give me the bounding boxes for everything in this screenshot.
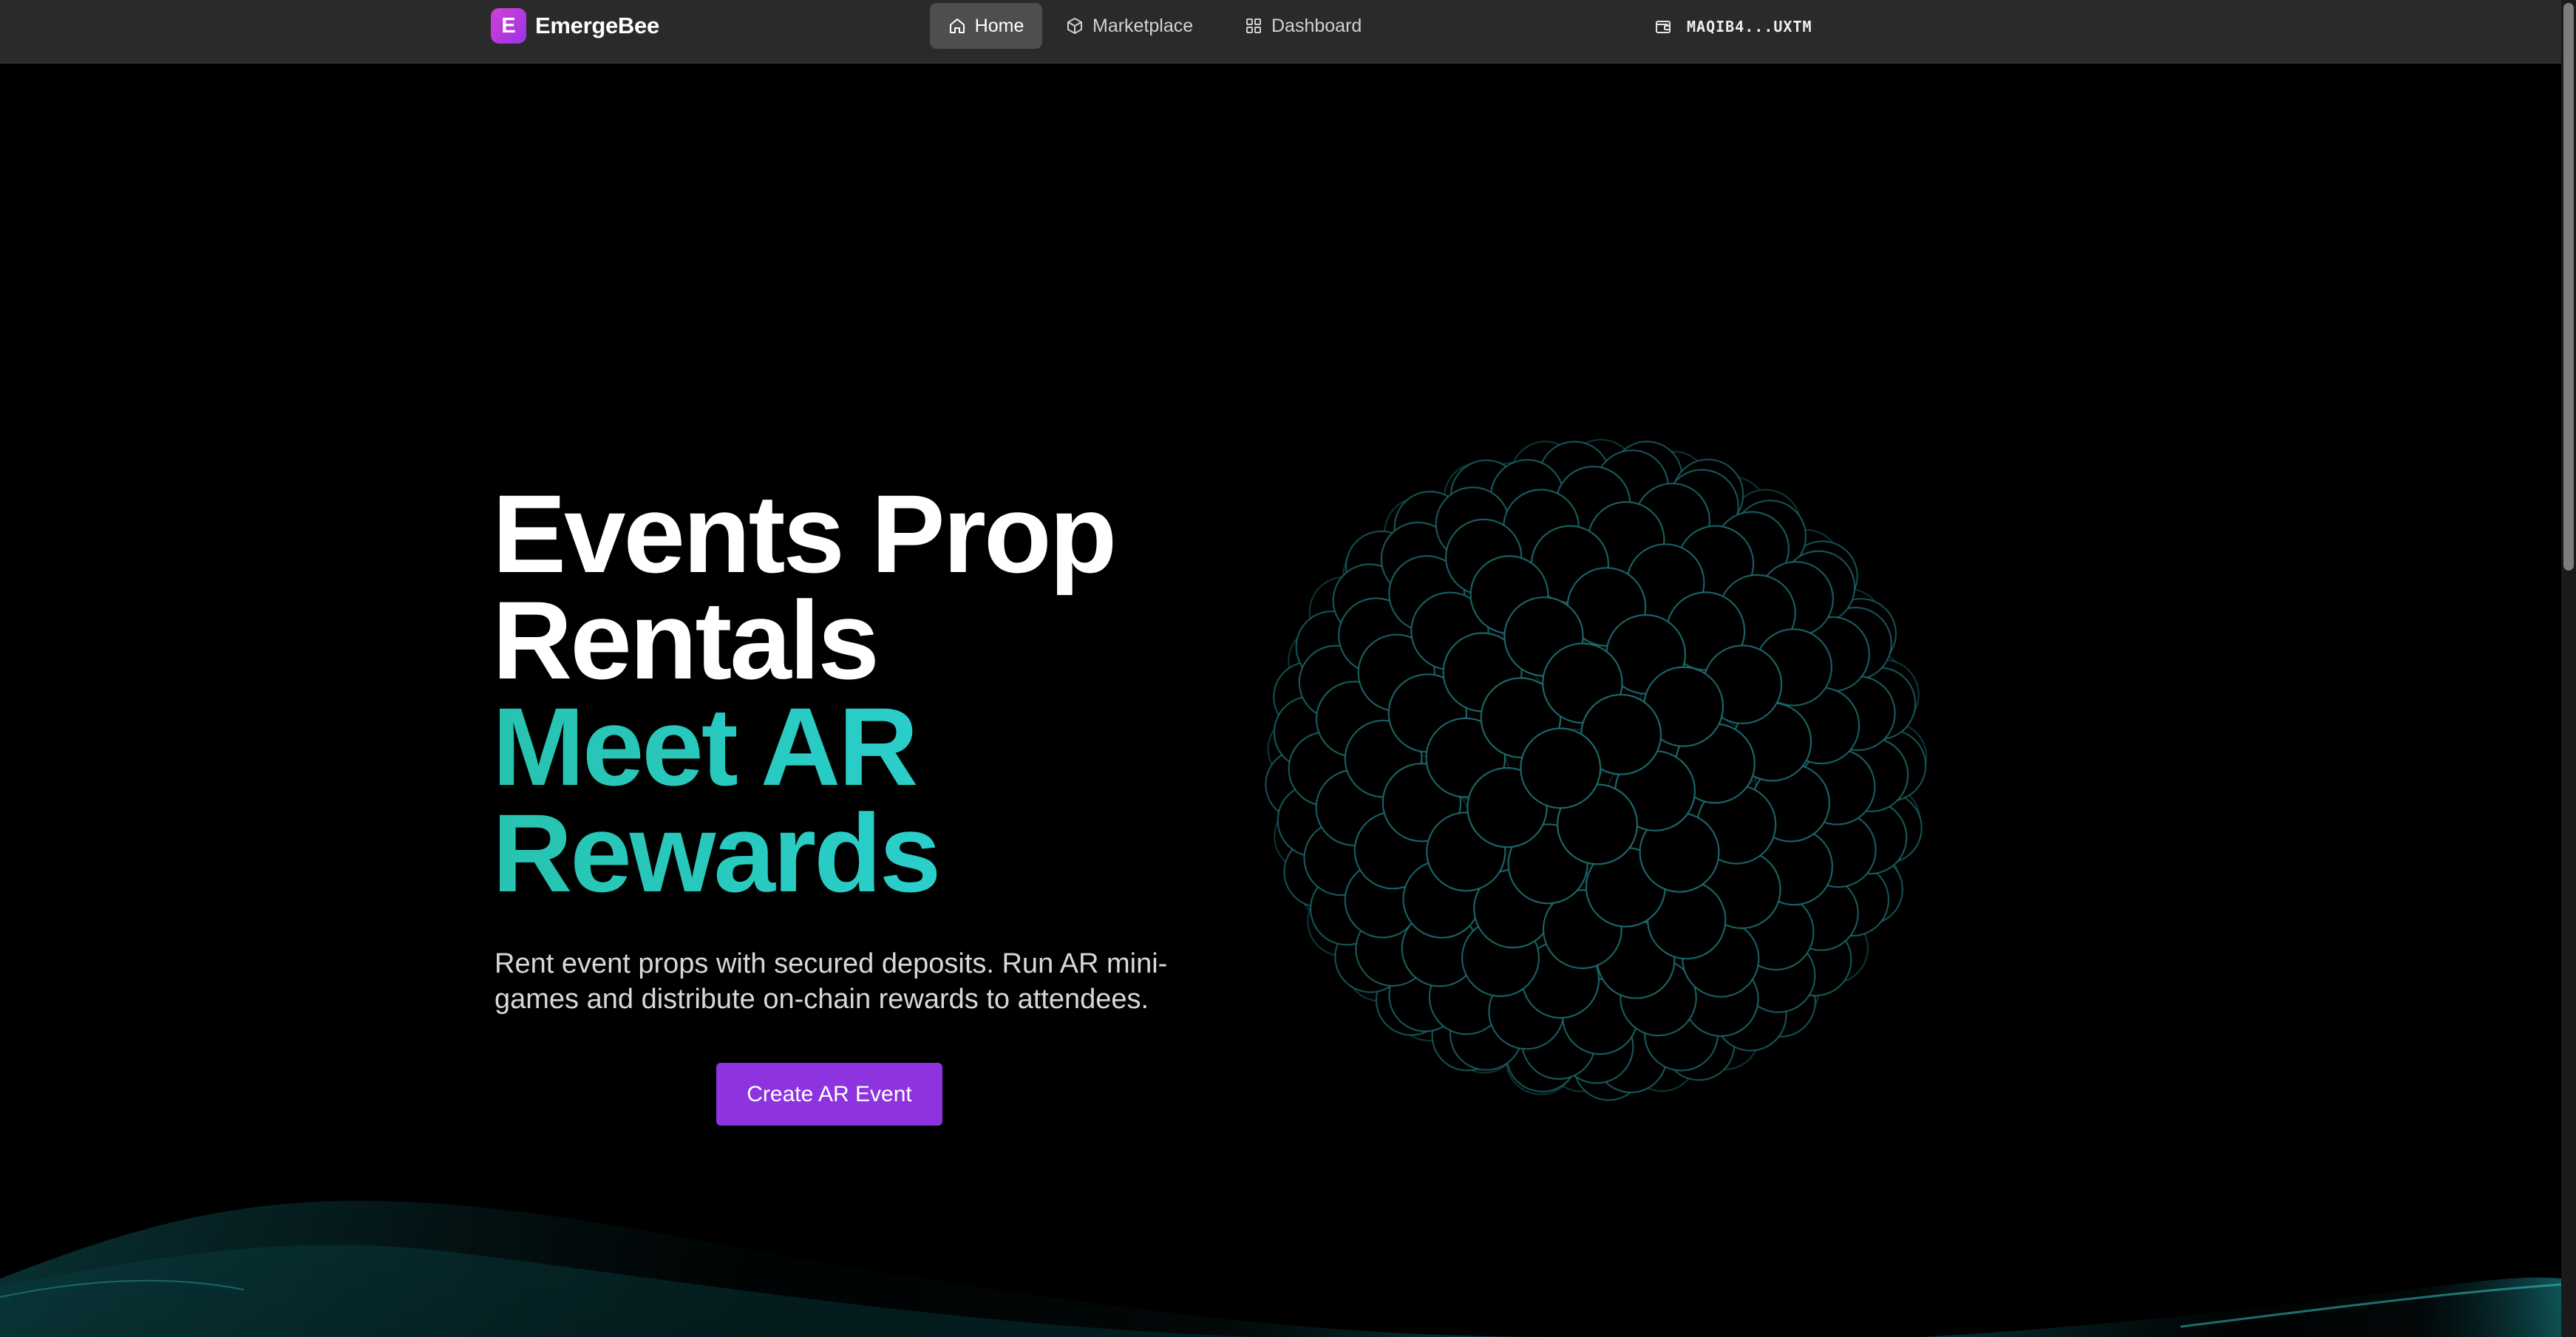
hero-accent-line-1: Meet AR [492,691,1115,802]
teal-wave-graphic [0,1168,2561,1337]
hero-subtitle: Rent event props with secured deposits. … [495,948,1168,1015]
brand-name: EmergeBee [535,13,659,38]
nav-item-dashboard-label: Dashboard [1271,15,1362,36]
hero-title: Events Prop Rentals Meet AR Rewards [492,472,1117,908]
hero-title-line-1: Events Prop [492,472,1117,596]
brand-logo-mark: E [491,8,526,44]
nav-item-marketplace-label: Marketplace [1092,15,1194,36]
hero-accent-line-2: Rewards [492,797,1115,908]
nav-item-dashboard[interactable]: Dashboard [1245,3,1362,49]
hero-title-line-2: Rentals [492,578,880,702]
scrollbar-thumb[interactable] [2563,3,2574,571]
nav-item-home[interactable]: Home [930,3,1042,49]
bubble-sphere-graphic [1265,438,1928,1101]
wallet-address: MAQIB4...UXTM [1687,18,1812,35]
cube-icon [1067,18,1082,34]
home-icon [949,18,965,33]
nav-item-home-label: Home [974,15,1024,36]
page-scrollbar[interactable] [2561,0,2576,1337]
sphere-bubble [1520,727,1602,809]
top-navbar: E EmergeBee Home Marketplace Dashboard M… [0,0,2561,64]
create-ar-event-button[interactable]: Create AR Event [716,1063,942,1126]
grid-icon [1246,18,1261,33]
wallet-icon [1656,21,1671,33]
nav-item-marketplace[interactable]: Marketplace [1066,3,1193,49]
wallet-button[interactable]: MAQIB4...UXTM [1654,16,1812,37]
brand-logo[interactable]: E EmergeBee [491,8,659,44]
